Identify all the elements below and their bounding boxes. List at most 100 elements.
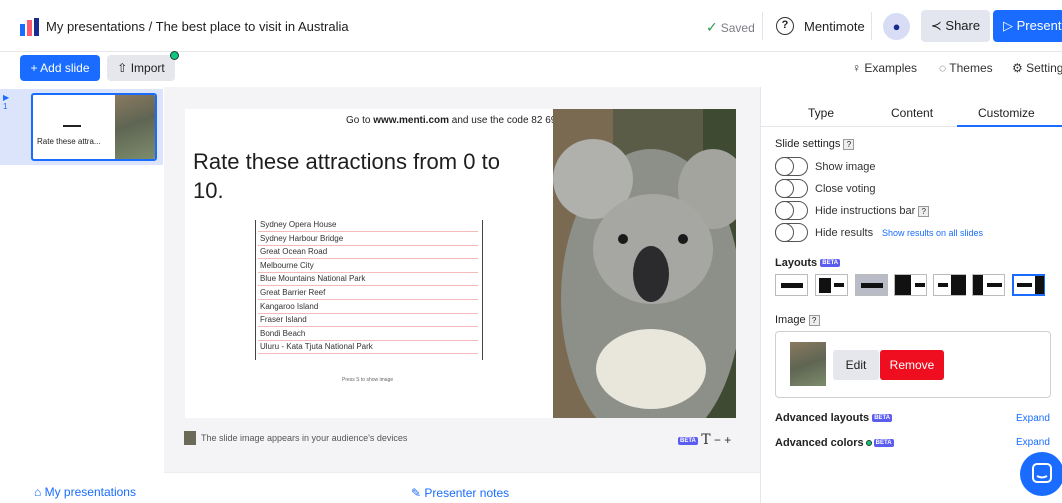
- show-image-label: Show image: [815, 161, 876, 173]
- image-label: Image: [775, 314, 806, 326]
- present-label: Present: [1016, 18, 1062, 33]
- help-icon[interactable]: ?: [776, 17, 794, 35]
- scale-item: Fraser Island: [260, 315, 307, 325]
- scale-item-line: [258, 353, 478, 355]
- import-label: Import: [130, 61, 165, 75]
- expand-advanced-layouts[interactable]: Expand: [1016, 413, 1050, 424]
- examples-label: Examples: [864, 61, 918, 75]
- layout-option-6[interactable]: [972, 274, 1005, 296]
- layout-options: [775, 274, 1049, 296]
- play-icon: ▷: [1003, 18, 1013, 33]
- mentimote-button[interactable]: Mentimote: [804, 19, 865, 34]
- increase-font-icon[interactable]: +: [724, 433, 731, 447]
- breadcrumb: My presentations / The best place to vis…: [46, 19, 349, 34]
- layout-option-2[interactable]: [815, 274, 848, 296]
- close-voting-toggle[interactable]: [775, 179, 808, 198]
- edit-image-button[interactable]: Edit: [833, 350, 879, 380]
- user-icon: ●: [892, 19, 901, 34]
- layout-option-5[interactable]: [933, 274, 966, 296]
- advanced-colors-label: Advanced colors: [775, 437, 864, 449]
- share-icon: ≺: [930, 18, 942, 33]
- divider: [762, 12, 763, 40]
- tab-type[interactable]: Type: [808, 106, 834, 120]
- saved-label: Saved: [720, 21, 755, 35]
- add-slide-button[interactable]: + Add slide: [20, 55, 100, 81]
- image-heading: Image?: [775, 314, 820, 326]
- app-window: My presentations / The best place to vis…: [0, 0, 1062, 503]
- scale-item: Sydney Opera House: [260, 220, 337, 229]
- slide-thumbnail-label: Rate these attra...: [37, 137, 101, 146]
- chat-button[interactable]: [1020, 452, 1062, 496]
- scale-item: Bondi Beach: [260, 328, 306, 338]
- layouts-heading: Layouts BETA: [775, 257, 841, 269]
- show-results-all-link[interactable]: Show results on all slides: [882, 228, 983, 238]
- chat-icon: [1032, 463, 1052, 483]
- gear-icon: ⚙: [1012, 61, 1023, 75]
- share-button[interactable]: ≺ Share: [921, 10, 990, 42]
- expand-advanced-colors[interactable]: Expand: [1016, 437, 1050, 448]
- layout-option-7[interactable]: [1012, 274, 1045, 296]
- presentation-title[interactable]: The best place to visit in Australia: [156, 19, 349, 34]
- import-button[interactable]: ⇧ Import: [107, 55, 175, 81]
- beta-badge: BETA: [872, 414, 893, 423]
- slide-thumbnail[interactable]: Rate these attra...: [31, 93, 157, 161]
- slide-settings-label: Slide settings: [775, 138, 841, 150]
- share-label: Share: [945, 18, 981, 33]
- advanced-layouts-label: Advanced layouts: [775, 412, 870, 424]
- decrease-font-icon[interactable]: −: [714, 433, 721, 447]
- help-icon[interactable]: ?: [843, 138, 855, 150]
- scale-item: Great Barrier Reef: [260, 288, 326, 297]
- text-size-icon[interactable]: T: [701, 432, 710, 448]
- hide-instructions-toggle[interactable]: [775, 201, 808, 220]
- examples-button[interactable]: ♀ Examples: [852, 61, 917, 75]
- beta-badge: BETA: [820, 259, 841, 268]
- show-image-toggle[interactable]: [775, 157, 808, 176]
- help-icon[interactable]: ?: [808, 314, 820, 326]
- image-thumbnail[interactable]: [790, 342, 826, 386]
- tab-content[interactable]: Content: [891, 106, 933, 120]
- check-icon: ✓: [706, 19, 718, 35]
- scale-item-line: [258, 299, 478, 300]
- press-hint: Press S to show image: [342, 377, 394, 383]
- help-icon[interactable]: ?: [918, 205, 930, 217]
- home-icon: ⌂: [34, 485, 42, 499]
- scale-item-line: [258, 339, 478, 341]
- settings-label: Settings: [1026, 61, 1062, 75]
- layout-option-3[interactable]: [855, 274, 888, 296]
- layout-option-4[interactable]: [894, 274, 927, 296]
- pencil-icon: ✎: [411, 486, 422, 500]
- thumbnail-image: [115, 95, 155, 159]
- scale-item-line: [258, 244, 478, 246]
- saved-status: ✓ Saved: [706, 19, 755, 36]
- presenter-notes-button[interactable]: ✎ Presenter notes: [411, 486, 509, 500]
- notification-dot: [170, 51, 179, 60]
- remove-image-button[interactable]: Remove: [880, 350, 944, 380]
- themes-label: Themes: [949, 61, 993, 75]
- scale-item: Kangaroo Island: [260, 301, 319, 311]
- layout-option-1[interactable]: [775, 274, 808, 296]
- mentimeter-logo-icon[interactable]: [20, 18, 40, 36]
- hide-results-toggle[interactable]: [775, 223, 808, 242]
- present-button[interactable]: ▷ Present: [993, 10, 1062, 42]
- slide-title[interactable]: Rate these attractions from 0 to 10.: [193, 147, 523, 205]
- scale-item: Great Ocean Road: [260, 247, 328, 257]
- font-size-tools: BETA T − +: [678, 432, 731, 448]
- presenter-notes-label: Presenter notes: [424, 486, 510, 500]
- advanced-colors-heading: Advanced colors BETA: [775, 437, 894, 449]
- scale-item: Blue Mountains National Park: [260, 274, 366, 284]
- avatar[interactable]: ●: [883, 13, 910, 40]
- scale-item-line: [258, 231, 478, 232]
- slide-number: 1: [3, 102, 8, 111]
- join-instructions: Go to www.menti.com and use the code 82 …: [346, 115, 579, 126]
- themes-button[interactable]: ◌ Themes: [939, 61, 993, 75]
- breadcrumb-my-presentations[interactable]: My presentations: [46, 19, 145, 34]
- my-presentations-label: My presentations: [44, 485, 136, 499]
- my-presentations-link[interactable]: ⌂ My presentations: [34, 485, 136, 499]
- lightbulb-icon: ♀: [852, 61, 861, 75]
- scale-item-line: [258, 285, 478, 287]
- tab-customize[interactable]: Customize: [978, 106, 1035, 120]
- theme-drop-icon: ◌: [939, 61, 947, 75]
- scale-item: Melbourne City: [260, 260, 314, 270]
- settings-button[interactable]: ⚙ Settings: [1012, 61, 1062, 75]
- divider: [871, 12, 872, 40]
